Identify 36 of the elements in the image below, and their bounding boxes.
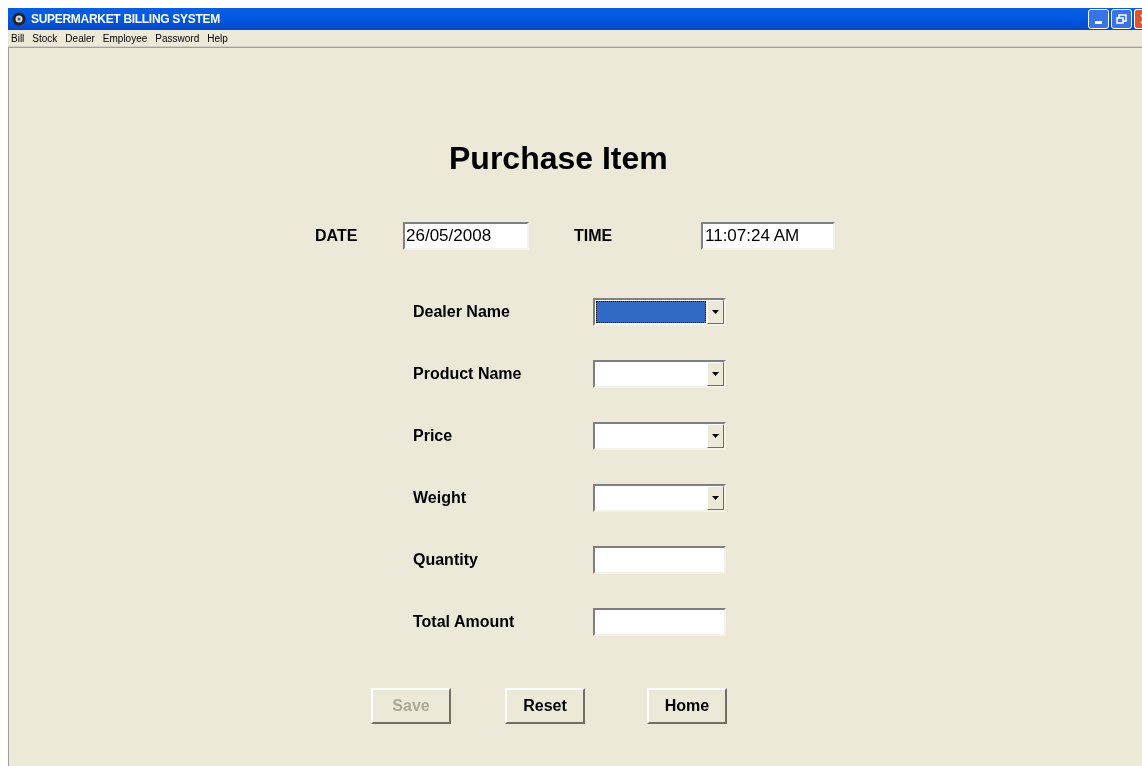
field-label: Quantity bbox=[413, 550, 479, 570]
caret-icon bbox=[712, 496, 719, 500]
minimize-icon bbox=[1095, 21, 1102, 24]
date-label: DATE bbox=[315, 226, 359, 246]
input-field[interactable] bbox=[593, 546, 726, 574]
menu-item[interactable]: Stock bbox=[32, 30, 58, 46]
date-field[interactable]: 26/05/2008 bbox=[403, 222, 529, 250]
dropdown-button[interactable] bbox=[707, 362, 724, 386]
caret-icon bbox=[712, 310, 719, 314]
action-button[interactable]: Reset bbox=[505, 688, 585, 724]
field-label: Price bbox=[413, 426, 454, 446]
menu-item[interactable]: Bill bbox=[11, 30, 25, 46]
field-label: Product Name bbox=[413, 364, 523, 384]
window-title: SUPERMARKET BILLING SYSTEM bbox=[31, 11, 220, 28]
menu-item[interactable]: Dealer bbox=[65, 30, 95, 46]
restore-icon bbox=[1116, 14, 1127, 24]
page-heading: Purchase Item bbox=[449, 139, 668, 178]
field-label: Weight bbox=[413, 488, 468, 508]
dropdown-button[interactable] bbox=[707, 486, 724, 510]
dropdown-button[interactable] bbox=[707, 424, 724, 448]
app-icon bbox=[12, 12, 26, 26]
field-label: Dealer Name bbox=[413, 302, 511, 322]
dropdown-button[interactable] bbox=[707, 300, 724, 324]
caret-icon bbox=[712, 372, 719, 376]
input-field[interactable] bbox=[593, 608, 726, 636]
minimize-button[interactable] bbox=[1088, 9, 1109, 29]
time-field[interactable]: 11:07:24 AM bbox=[701, 222, 835, 250]
caret-icon bbox=[712, 434, 719, 438]
menu-item[interactable]: Password bbox=[155, 30, 200, 46]
action-button[interactable]: Home bbox=[647, 688, 727, 724]
menu-item[interactable]: Help bbox=[207, 30, 228, 46]
time-label: TIME bbox=[574, 226, 614, 246]
restore-button[interactable] bbox=[1111, 9, 1132, 29]
menu-item[interactable]: Employee bbox=[102, 30, 148, 46]
dropdown[interactable] bbox=[593, 298, 726, 326]
field-label: Total Amount bbox=[413, 612, 516, 632]
